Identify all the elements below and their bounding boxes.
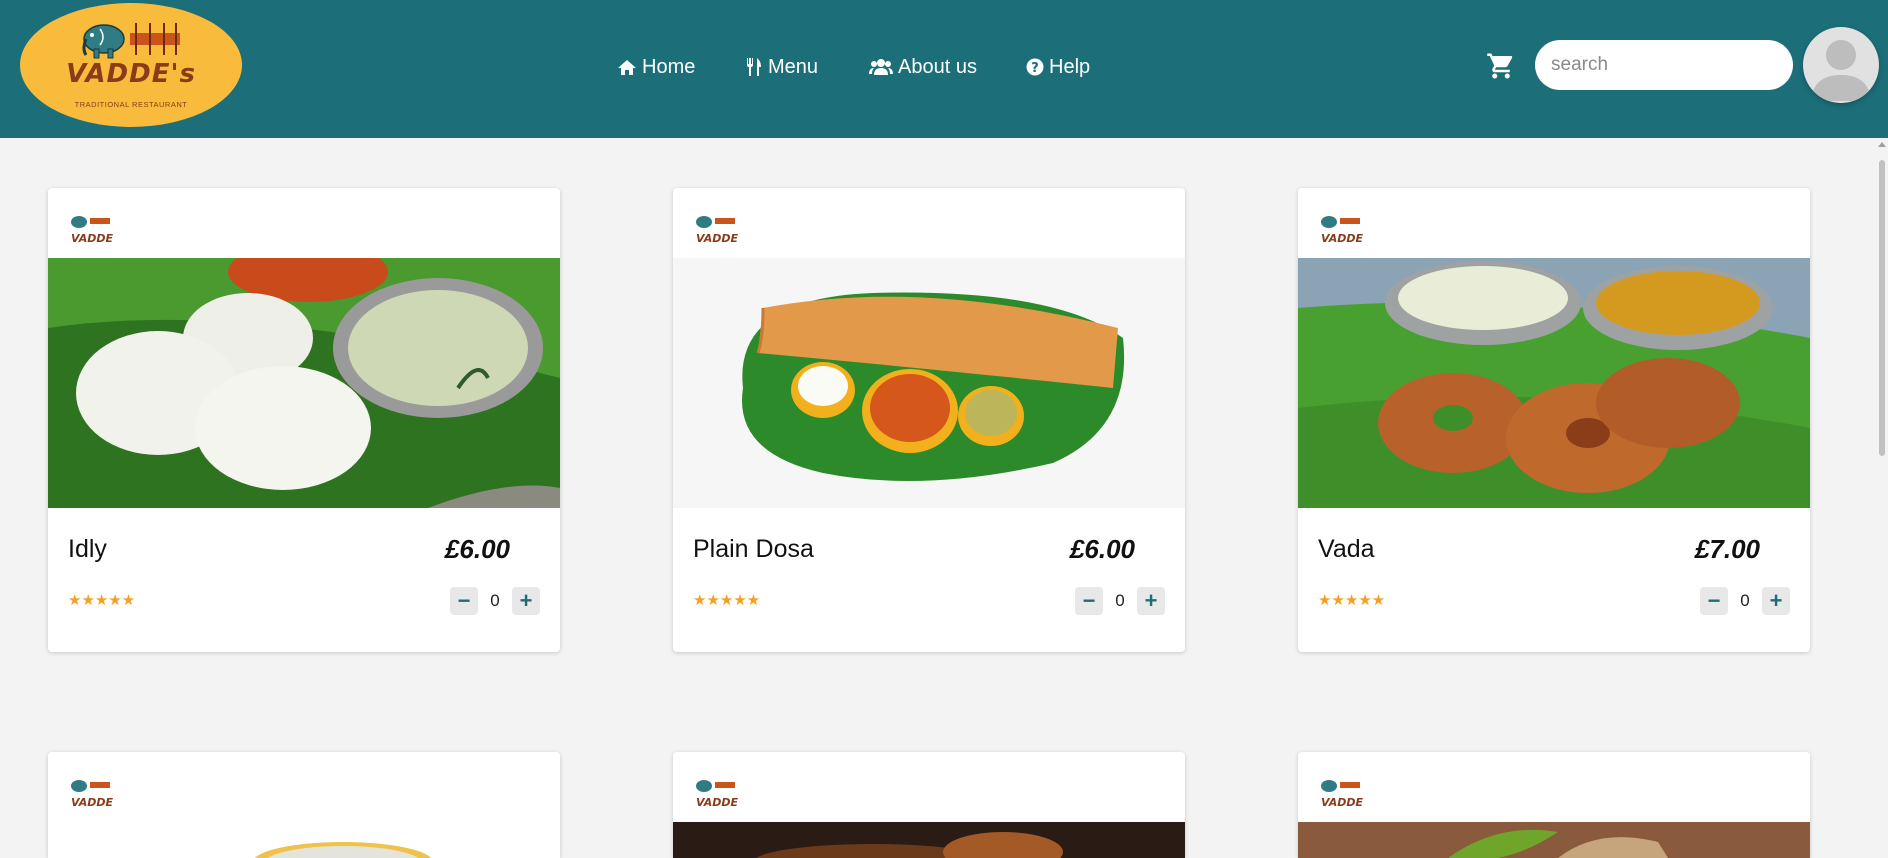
svg-text:VADDE: VADDE <box>71 796 114 809</box>
decrement-button[interactable]: − <box>1075 587 1103 615</box>
scroll-thumb[interactable] <box>1879 160 1885 456</box>
card-brand-logo: VADDE <box>1321 780 1364 809</box>
quantity-stepper: − 0 + <box>1700 587 1790 615</box>
item-name: Idly <box>68 535 107 563</box>
item-price: £6.00 <box>1069 534 1135 564</box>
menu-card-idly: VADDE Idly £6.00 ★★★★★ − 0 + <box>48 188 560 652</box>
quantity-value: 0 <box>490 591 500 610</box>
plain-dosa-food-image <box>673 258 1185 508</box>
food-image <box>1298 822 1810 858</box>
nav-about-us[interactable]: About us <box>869 52 977 82</box>
nav-help[interactable]: ? Help <box>1026 52 1090 82</box>
elephant-cutlery-logo-art <box>82 23 180 59</box>
vada-food-image <box>1298 258 1810 508</box>
brand-tagline: TRADITIONAL RESTAURANT <box>74 100 188 109</box>
brand-name: VADDE's <box>66 59 196 89</box>
nav-menu-label: Menu <box>768 55 819 78</box>
increment-button[interactable]: + <box>1762 587 1790 615</box>
nav-home-label: Home <box>642 55 696 78</box>
page-scrollbar[interactable] <box>1876 138 1888 858</box>
user-silhouette-icon <box>1811 40 1871 101</box>
svg-text:?: ? <box>1031 61 1039 76</box>
increment-button[interactable]: + <box>512 587 540 615</box>
card-brand-logo: VADDE <box>71 780 114 809</box>
decrement-button[interactable]: − <box>450 587 478 615</box>
quantity-value: 0 <box>1740 591 1750 610</box>
nav-home[interactable]: Home <box>617 52 695 82</box>
user-avatar[interactable] <box>1803 27 1879 103</box>
nav-menu[interactable]: Menu <box>745 52 818 82</box>
menu-card-vada: VADDE Vada £7.00 ★★★★★ − 0 + <box>1298 188 1810 652</box>
search-input[interactable] <box>1535 40 1793 90</box>
quantity-value: 0 <box>1115 591 1125 610</box>
item-name: Plain Dosa <box>693 535 814 563</box>
card-brand-logo: VADDE <box>1321 216 1364 245</box>
quantity-stepper: − 0 + <box>450 587 540 615</box>
cart-icon[interactable] <box>1486 51 1516 81</box>
question-circle-icon: ? <box>1026 58 1044 76</box>
decrement-button[interactable]: − <box>1700 587 1728 615</box>
item-price: £7.00 <box>1694 534 1760 564</box>
menu-card-partial: VADDE <box>1298 752 1810 858</box>
increment-button[interactable]: + <box>1137 587 1165 615</box>
star-rating: ★★★★★ <box>1318 592 1386 609</box>
card-brand-logo: VADDE <box>696 780 739 809</box>
restaurant-logo[interactable]: VADDE's TRADITIONAL RESTAURANT <box>20 3 242 127</box>
scroll-up-arrow[interactable] <box>1878 142 1886 147</box>
menu-card-partial: VADDE <box>673 752 1185 858</box>
svg-text:VADDE: VADDE <box>71 232 114 245</box>
quantity-stepper: − 0 + <box>1075 587 1165 615</box>
cutlery-icon <box>747 58 761 76</box>
food-image <box>48 822 560 858</box>
idly-food-image <box>48 258 560 508</box>
item-name: Vada <box>1318 535 1375 563</box>
home-icon <box>618 59 636 75</box>
svg-text:VADDE: VADDE <box>1321 796 1364 809</box>
nav-help-label: Help <box>1049 55 1091 78</box>
card-brand-logo: VADDE <box>71 216 114 245</box>
top-navbar: VADDE's TRADITIONAL RESTAURANT Home Menu… <box>0 0 1888 138</box>
menu-card-plain-dosa: VADDE Plain Dosa £6.00 ★★★★★ − 0 + <box>673 188 1185 652</box>
nav-about-label: About us <box>898 55 977 78</box>
food-image <box>673 822 1185 858</box>
svg-text:VADDE: VADDE <box>696 796 739 809</box>
star-rating: ★★★★★ <box>68 592 136 609</box>
svg-text:VADDE: VADDE <box>696 232 739 245</box>
svg-text:VADDE: VADDE <box>1321 232 1364 245</box>
menu-card-partial: VADDE <box>48 752 560 858</box>
users-icon <box>869 59 893 75</box>
star-rating: ★★★★★ <box>693 592 761 609</box>
card-brand-logo: VADDE <box>696 216 739 245</box>
item-price: £6.00 <box>444 534 510 564</box>
